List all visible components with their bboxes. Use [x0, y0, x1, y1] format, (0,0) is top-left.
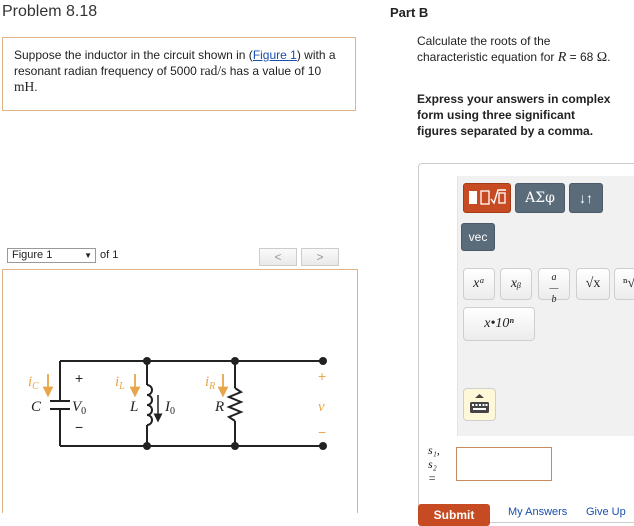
answer-instructions: Express your answers in complex form usi…	[417, 92, 611, 138]
question-text-1: Calculate the roots of the characteristi…	[417, 34, 558, 64]
problem-statement: Suppose the inductor in the circuit show…	[14, 47, 344, 95]
figure-select[interactable]: Figure 1 ▼	[7, 248, 96, 263]
resistor-label: R	[214, 399, 224, 415]
part-label: Part B	[390, 5, 429, 20]
svg-text:iL: iL	[115, 374, 125, 392]
greek-symbols-button[interactable]: ΑΣφ	[515, 183, 565, 213]
resistance-value: 68	[580, 50, 597, 64]
equals-label: =	[428, 471, 437, 485]
problem-text-4: .	[34, 80, 38, 94]
minus-left: −	[75, 419, 83, 435]
nth-root-button[interactable]: ⁿ√	[614, 268, 634, 300]
superscript-button[interactable]: xᵃ	[463, 268, 495, 300]
submit-button[interactable]: Submit	[418, 504, 490, 526]
plus-right: +	[318, 368, 326, 384]
voltage-label: v	[318, 399, 325, 415]
svg-text:V0: V0	[72, 399, 86, 417]
give-up-link[interactable]: Give Up	[586, 506, 626, 518]
scientific-notation-button[interactable]: x•10ⁿ	[463, 307, 535, 341]
problem-title: Problem 8.18	[2, 3, 98, 20]
s2-label: s₂	[428, 457, 437, 471]
fraction-icon: a — b	[549, 272, 559, 305]
i0-sub: 0	[170, 406, 175, 417]
s1-label: s₁,	[428, 443, 440, 457]
svg-text:iR: iR	[205, 374, 215, 392]
plus-left: +	[75, 370, 83, 386]
frequency-unit: rad/s	[200, 63, 227, 78]
templates-button[interactable]	[463, 183, 511, 213]
answer-variable-label: s₁, s₂ =	[428, 443, 450, 485]
problem-text-1: Suppose the inductor in the circuit show…	[14, 48, 253, 62]
arrows-button[interactable]: ↓↑	[569, 183, 603, 213]
ic-sub: C	[32, 381, 39, 392]
circuit-wires	[50, 360, 323, 447]
chevron-down-icon: ▼	[84, 251, 92, 260]
il-sub: L	[118, 381, 125, 392]
inductor-label: L	[129, 399, 138, 415]
question-text: Calculate the roots of the characteristi…	[417, 33, 617, 66]
equals-sign: =	[566, 50, 580, 64]
square-root-button[interactable]: √x	[576, 268, 610, 300]
inductance-unit: mH	[14, 79, 35, 94]
ir-sub: R	[208, 381, 215, 392]
answer-input[interactable]	[456, 447, 552, 481]
minus-right: −	[318, 424, 326, 440]
svg-text:iC: iC	[28, 374, 39, 392]
keyboard-icon	[470, 394, 489, 413]
v0-sub: 0	[81, 406, 86, 417]
svg-text:I0: I0	[164, 399, 175, 417]
keyboard-button[interactable]	[463, 388, 496, 421]
capacitor-label: C	[31, 399, 42, 415]
figure-select-value: Figure 1	[12, 249, 53, 261]
subscript-button[interactable]: xᵦ	[500, 268, 532, 300]
fraction-button[interactable]: a — b	[538, 268, 570, 305]
next-figure-button[interactable]: >	[301, 248, 339, 266]
previous-figure-button[interactable]: <	[259, 248, 297, 266]
vector-button[interactable]: vec	[461, 223, 495, 251]
my-answers-link[interactable]: My Answers	[508, 506, 567, 518]
ohm-unit: Ω	[596, 50, 608, 65]
problem-text-3: has a value of 10	[226, 64, 322, 78]
circuit-diagram: iC iL iR C V0 L I0 R v + − + −	[28, 357, 327, 450]
figure-link[interactable]: Figure 1	[253, 48, 297, 62]
figure-count: of 1	[100, 249, 119, 261]
question-end: .	[607, 50, 611, 64]
templates-icon	[469, 189, 506, 205]
